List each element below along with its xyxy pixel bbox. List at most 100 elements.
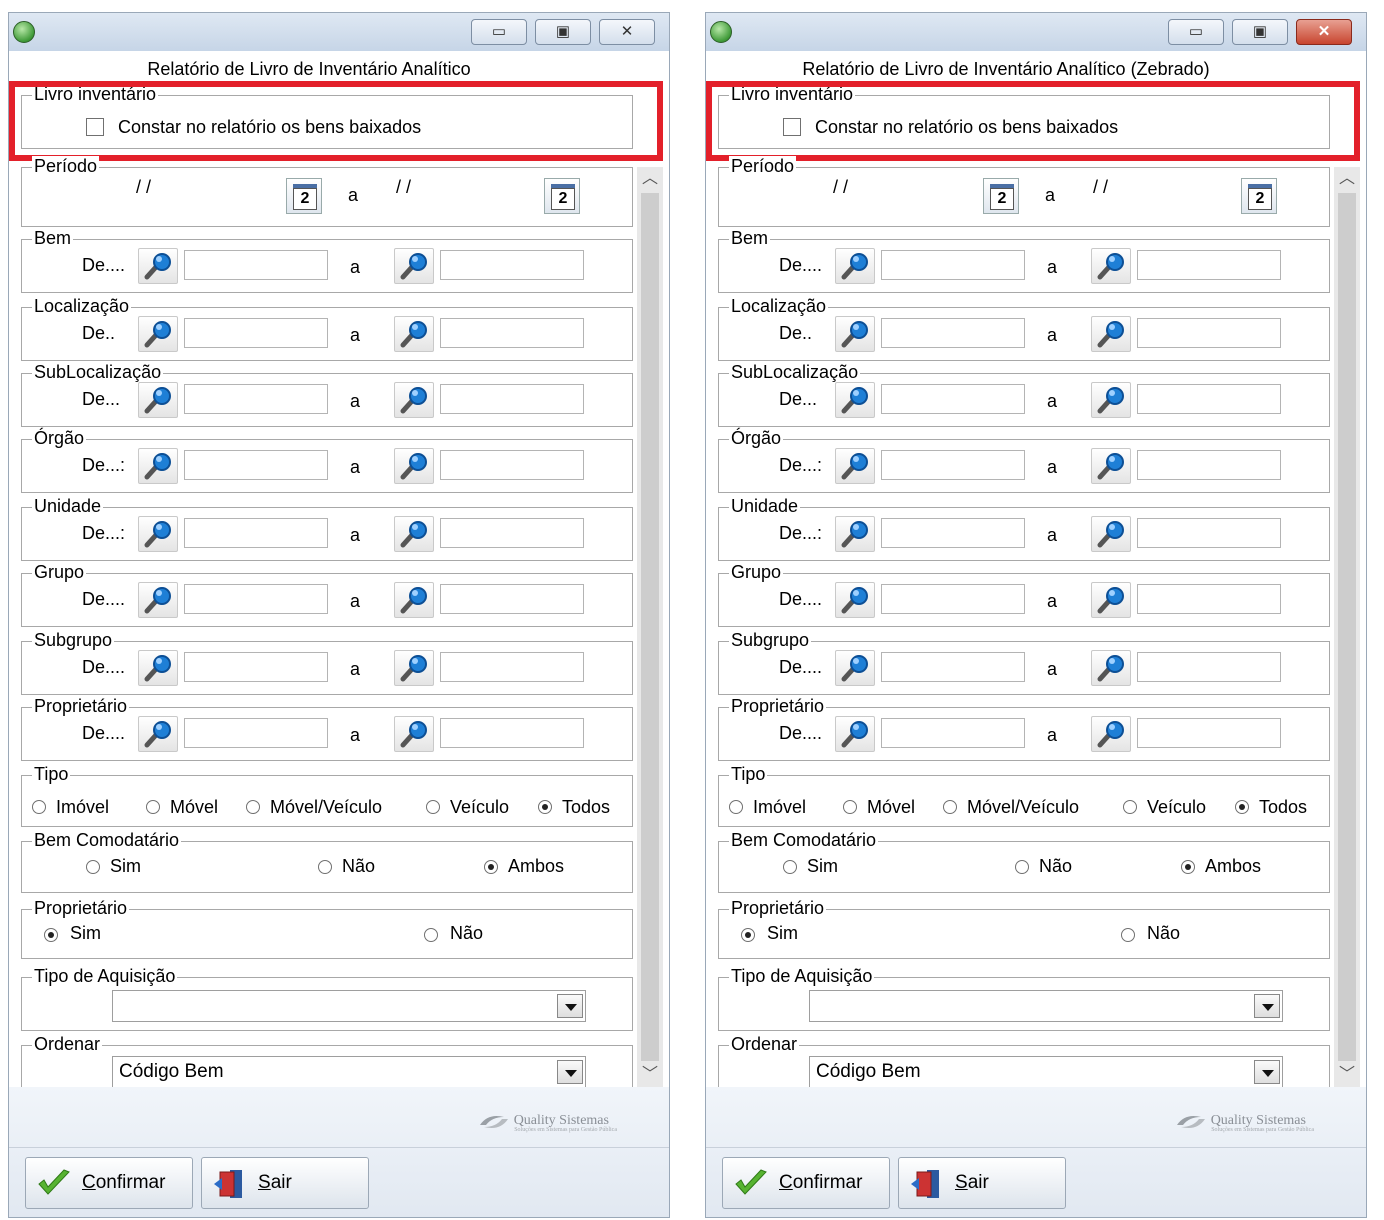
- from-input[interactable]: [881, 652, 1025, 682]
- minimize-button[interactable]: ▭: [1168, 19, 1224, 45]
- lookup-from-button[interactable]: [835, 716, 875, 752]
- minimize-button[interactable]: ▭: [471, 19, 527, 45]
- calendar-button[interactable]: 2: [544, 178, 580, 214]
- chevron-down-icon[interactable]: [1254, 994, 1280, 1018]
- tipo-radio[interactable]: [943, 800, 957, 814]
- comodatario-radio[interactable]: [86, 860, 100, 874]
- comodatario-radio[interactable]: [1181, 860, 1195, 874]
- lookup-to-button[interactable]: [394, 382, 434, 418]
- calendar-button[interactable]: 2: [286, 178, 322, 214]
- comodatario-radio[interactable]: [783, 860, 797, 874]
- lookup-to-button[interactable]: [394, 582, 434, 618]
- scroll-down-icon[interactable]: ﹀: [637, 1063, 663, 1087]
- lookup-to-button[interactable]: [1091, 516, 1131, 552]
- lookup-from-button[interactable]: [138, 716, 178, 752]
- lookup-to-button[interactable]: [1091, 382, 1131, 418]
- scroll-down-icon[interactable]: ﹀: [1334, 1063, 1360, 1087]
- exit-button[interactable]: Sair: [898, 1157, 1066, 1209]
- comodatario-radio[interactable]: [484, 860, 498, 874]
- lookup-to-button[interactable]: [1091, 716, 1131, 752]
- tipo-radio[interactable]: [1123, 800, 1137, 814]
- ordenar-select[interactable]: Código Bem: [809, 1056, 1283, 1088]
- to-input[interactable]: [1137, 518, 1281, 548]
- lookup-from-button[interactable]: [138, 516, 178, 552]
- proprietario-radio[interactable]: [741, 928, 755, 942]
- from-input[interactable]: [881, 518, 1025, 548]
- scroll-thumb[interactable]: [641, 193, 659, 1061]
- lookup-to-button[interactable]: [394, 650, 434, 686]
- periodo-to-input[interactable]: / /: [1093, 176, 1108, 198]
- to-input[interactable]: [440, 318, 584, 348]
- from-input[interactable]: [184, 718, 328, 748]
- lookup-from-button[interactable]: [835, 382, 875, 418]
- lookup-from-button[interactable]: [138, 316, 178, 352]
- lookup-from-button[interactable]: [138, 248, 178, 284]
- tipo-radio[interactable]: [32, 800, 46, 814]
- comodatario-radio[interactable]: [1015, 860, 1029, 874]
- calendar-button[interactable]: 2: [983, 178, 1019, 214]
- lookup-to-button[interactable]: [1091, 582, 1131, 618]
- from-input[interactable]: [184, 518, 328, 548]
- lookup-to-button[interactable]: [394, 516, 434, 552]
- proprietario-radio[interactable]: [1121, 928, 1135, 942]
- from-input[interactable]: [184, 250, 328, 280]
- close-button[interactable]: ✕: [1296, 19, 1352, 45]
- from-input[interactable]: [184, 584, 328, 614]
- vertical-scrollbar[interactable]: ︿ ﹀: [1334, 167, 1360, 1087]
- proprietario-radio[interactable]: [424, 928, 438, 942]
- to-input[interactable]: [1137, 318, 1281, 348]
- scroll-up-icon[interactable]: ︿: [1334, 167, 1360, 191]
- lookup-from-button[interactable]: [835, 582, 875, 618]
- proprietario-radio[interactable]: [44, 928, 58, 942]
- tipo-radio[interactable]: [426, 800, 440, 814]
- vertical-scrollbar[interactable]: ︿ ﹀: [637, 167, 663, 1087]
- to-input[interactable]: [1137, 718, 1281, 748]
- chevron-down-icon[interactable]: [557, 1060, 583, 1084]
- tipo-radio[interactable]: [146, 800, 160, 814]
- tipo-radio[interactable]: [843, 800, 857, 814]
- lookup-from-button[interactable]: [138, 582, 178, 618]
- to-input[interactable]: [440, 450, 584, 480]
- checkbox-bens-baixados[interactable]: [783, 118, 801, 136]
- to-input[interactable]: [1137, 450, 1281, 480]
- tipo-radio[interactable]: [538, 800, 552, 814]
- lookup-from-button[interactable]: [138, 382, 178, 418]
- from-input[interactable]: [881, 318, 1025, 348]
- lookup-to-button[interactable]: [394, 316, 434, 352]
- to-input[interactable]: [1137, 250, 1281, 280]
- periodo-to-input[interactable]: / /: [396, 176, 411, 198]
- lookup-to-button[interactable]: [394, 248, 434, 284]
- lookup-to-button[interactable]: [1091, 316, 1131, 352]
- lookup-from-button[interactable]: [835, 248, 875, 284]
- chevron-down-icon[interactable]: [1254, 1060, 1280, 1084]
- to-input[interactable]: [440, 384, 584, 414]
- to-input[interactable]: [440, 584, 584, 614]
- lookup-from-button[interactable]: [835, 316, 875, 352]
- to-input[interactable]: [1137, 652, 1281, 682]
- from-input[interactable]: [184, 318, 328, 348]
- to-input[interactable]: [440, 718, 584, 748]
- maximize-button[interactable]: ▣: [535, 19, 591, 45]
- from-input[interactable]: [881, 718, 1025, 748]
- lookup-to-button[interactable]: [1091, 248, 1131, 284]
- to-input[interactable]: [440, 652, 584, 682]
- tipo-aquisicao-select[interactable]: [809, 990, 1283, 1022]
- lookup-to-button[interactable]: [394, 716, 434, 752]
- exit-button[interactable]: Sair: [201, 1157, 369, 1209]
- lookup-from-button[interactable]: [835, 650, 875, 686]
- comodatario-radio[interactable]: [318, 860, 332, 874]
- lookup-to-button[interactable]: [394, 448, 434, 484]
- tipo-aquisicao-select[interactable]: [112, 990, 586, 1022]
- from-input[interactable]: [184, 652, 328, 682]
- from-input[interactable]: [881, 584, 1025, 614]
- periodo-from-input[interactable]: / /: [136, 176, 151, 198]
- lookup-to-button[interactable]: [1091, 650, 1131, 686]
- confirm-button[interactable]: Confirmar: [25, 1157, 193, 1209]
- to-input[interactable]: [440, 250, 584, 280]
- to-input[interactable]: [1137, 384, 1281, 414]
- close-button[interactable]: ✕: [599, 19, 655, 45]
- lookup-from-button[interactable]: [835, 516, 875, 552]
- lookup-to-button[interactable]: [1091, 448, 1131, 484]
- to-input[interactable]: [440, 518, 584, 548]
- calendar-button[interactable]: 2: [1241, 178, 1277, 214]
